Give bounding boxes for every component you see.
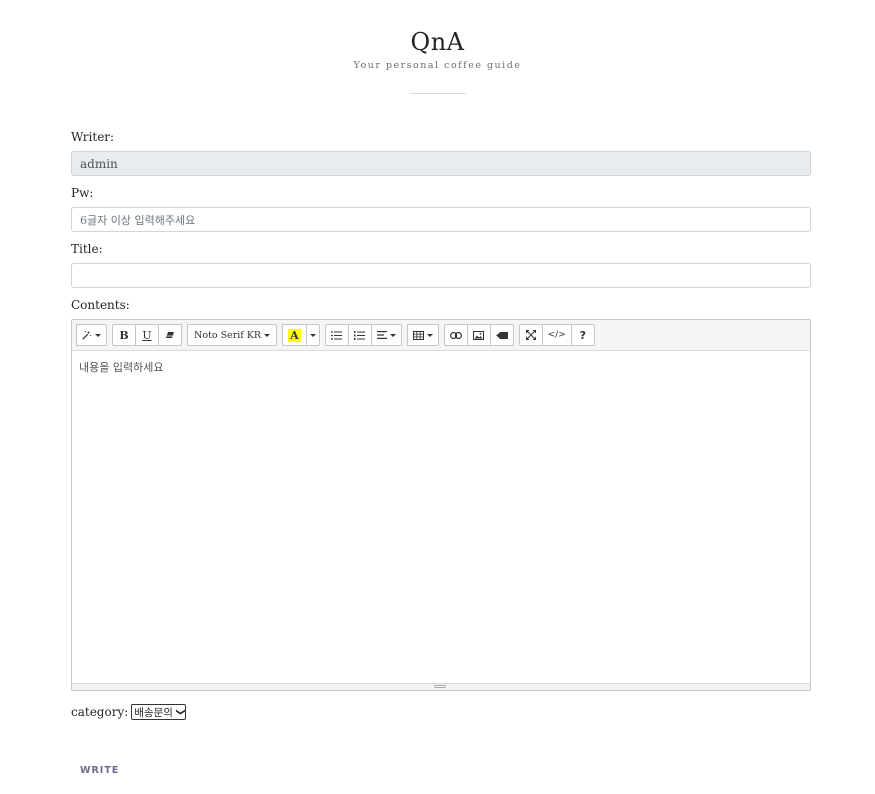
writer-label: Writer: <box>71 130 115 144</box>
unordered-list-button[interactable] <box>324 324 349 346</box>
editor-content-area[interactable]: 내용을 입력하세요 <box>72 351 810 684</box>
picture-icon <box>473 330 485 340</box>
align-left-icon <box>376 331 387 339</box>
ordered-list-icon <box>354 330 366 340</box>
table-icon <box>412 330 424 340</box>
writer-field: admin <box>71 151 811 176</box>
code-view-button[interactable]: </> <box>541 324 572 346</box>
video-icon <box>495 331 508 339</box>
editor-toolbar: B U Noto Serif KR A </> ? <box>72 320 810 351</box>
header-divider <box>409 93 466 94</box>
underline-button[interactable]: U <box>135 324 159 346</box>
pw-placeholder: 6글자 이상 입력해주세요 <box>80 213 196 227</box>
text-color-button[interactable]: A <box>282 324 307 346</box>
ordered-list-button[interactable] <box>347 324 372 346</box>
chevron-down-icon: ❯ <box>174 708 185 716</box>
editor-placeholder: 내용을 입력하세요 <box>79 361 164 374</box>
fullscreen-icon <box>525 330 536 340</box>
qna-form: Writer: admin Pw: 6글자 이상 입력해주세요 Title: C… <box>71 128 811 720</box>
page-title: QnA <box>410 28 465 56</box>
font-family-dropdown[interactable]: Noto Serif KR <box>187 324 278 346</box>
font-family-value: Noto Serif KR <box>194 329 262 341</box>
page-subtitle: Your personal coffee guide <box>353 60 522 71</box>
paragraph-align-button[interactable] <box>370 324 402 346</box>
chevron-down-icon <box>389 333 396 337</box>
chevron-down-icon <box>309 333 316 337</box>
title-field[interactable] <box>71 263 811 288</box>
clear-format-button[interactable] <box>158 324 182 346</box>
category-label: category: <box>71 705 129 719</box>
page-header: QnA Your personal coffee guide <box>0 28 875 94</box>
magic-wand-icon <box>82 330 92 340</box>
style-button[interactable] <box>76 324 107 346</box>
chevron-down-icon <box>426 333 433 337</box>
pw-field[interactable]: 6글자 이상 입력해주세요 <box>71 207 811 232</box>
unordered-list-icon <box>331 330 343 340</box>
rich-text-editor: B U Noto Serif KR A </> ? 내용을 입력하세요 <box>71 319 811 691</box>
category-select[interactable]: 배송문의 ❯ <box>131 704 187 720</box>
link-icon <box>449 331 462 339</box>
resize-grip-icon[interactable] <box>434 685 446 688</box>
fullscreen-button[interactable] <box>518 324 543 346</box>
contents-label: Contents: <box>71 298 130 312</box>
write-button[interactable]: WRITE <box>80 765 119 776</box>
table-button[interactable] <box>406 324 439 346</box>
highlight-letter: A <box>288 328 301 342</box>
video-button[interactable] <box>489 324 514 346</box>
bold-button[interactable]: B <box>112 324 136 346</box>
editor-resize-bar[interactable] <box>72 683 810 690</box>
title-label: Title: <box>71 242 103 256</box>
picture-button[interactable] <box>466 324 491 346</box>
category-row: category: 배송문의 ❯ <box>71 704 811 720</box>
text-color-dropdown[interactable] <box>305 324 320 346</box>
pw-label: Pw: <box>71 186 94 200</box>
chevron-down-icon <box>95 333 101 337</box>
help-button[interactable]: ? <box>570 324 595 346</box>
category-selected-value: 배송문의 <box>134 706 173 719</box>
eraser-icon <box>166 332 174 338</box>
link-button[interactable] <box>443 324 468 346</box>
writer-value: admin <box>80 156 118 171</box>
chevron-down-icon <box>264 333 271 337</box>
